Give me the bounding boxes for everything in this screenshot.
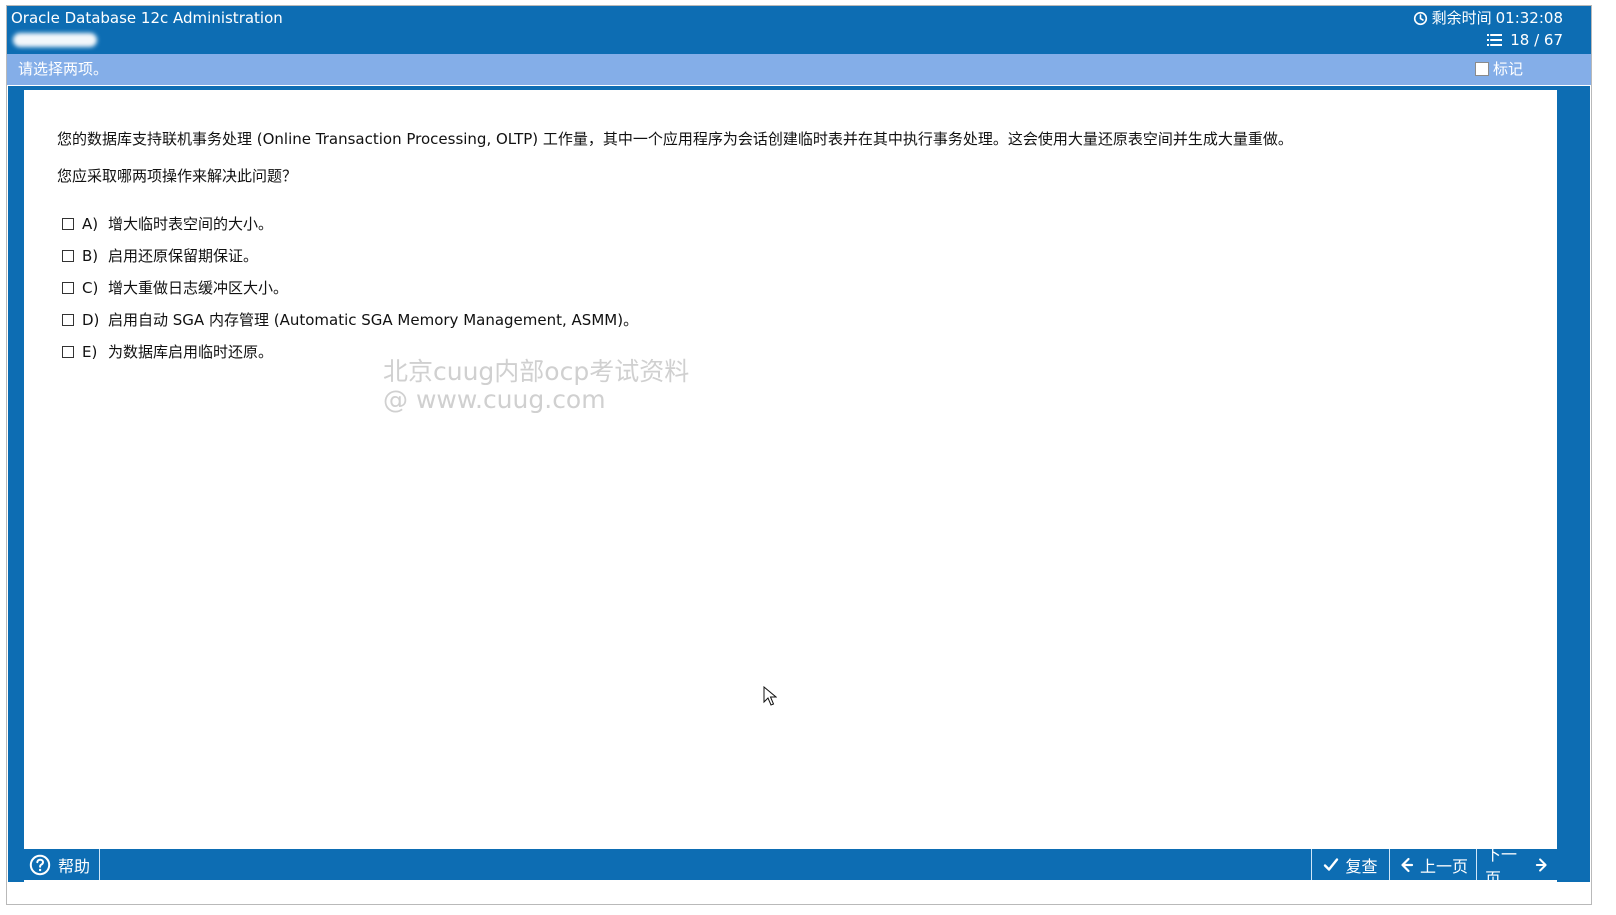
question-prompt: 您应采取哪两项操作来解决此问题？ [57,167,298,185]
app-title: Oracle Database 12c Administration [11,9,283,27]
option-d-checkbox[interactable] [62,314,74,326]
mark-label: 标记 [1492,60,1523,78]
redacted-candidate-name [13,33,97,47]
question-progress: 18 / 67 [1486,31,1563,49]
option-d-label: D) [82,311,100,329]
option-b-checkbox[interactable] [62,250,74,262]
help-label: 帮助 [58,856,91,876]
option-a-checkbox[interactable] [62,218,74,230]
option-b-label: B) [82,247,99,265]
navigation-actions: 复查 上一页 下一页 [1311,845,1558,888]
previous-button[interactable]: 上一页 [1389,849,1476,880]
arrow-left-icon [1401,857,1414,872]
option-b-text: 启用还原保留期保证。 [108,247,259,265]
next-button[interactable]: 下一页 [1476,845,1558,888]
option-e-checkbox[interactable] [62,346,74,358]
question-number: 18 / 67 [1510,31,1563,49]
navigation-bar: 帮助 复查 上一页 下一页 [24,845,1558,888]
instruction-text: 请选择两项。 [18,60,109,78]
answer-options: A) 增大临时表空间的大小。 B) 启用还原保留期保证。 C) 增大重做日志缓冲… [62,214,638,374]
question-text: 您的数据库支持联机事务处理 (Online Transaction Proces… [57,130,1293,148]
mouse-cursor-icon [763,686,777,706]
title-bar: Oracle Database 12c Administration 剩余时间 … [7,6,1591,54]
previous-label: 上一页 [1420,856,1469,876]
option-c-text: 增大重做日志缓冲区大小。 [108,279,289,297]
content-panel: 您的数据库支持联机事务处理 (Online Transaction Proces… [8,86,1590,882]
exam-window: Oracle Database 12c Administration 剩余时间 … [6,5,1592,905]
option-a[interactable]: A) 增大临时表空间的大小。 [62,214,638,234]
timer-value: 01:32:08 [1495,9,1563,27]
help-button[interactable]: 帮助 [24,849,100,880]
timer-label: 剩余时间 [1431,9,1492,27]
option-a-text: 增大临时表空间的大小。 [108,215,274,233]
option-a-label: A) [82,215,99,233]
question-area: 您的数据库支持联机事务处理 (Online Transaction Proces… [24,90,1557,882]
mark-checkbox[interactable] [1475,62,1489,76]
watermark-line-1: 北京cuug内部ocp考试资料 [383,357,690,386]
instruction-bar: 请选择两项。 标记 [7,54,1591,85]
watermark-line-2: @ www.cuug.com [383,385,606,414]
review-label: 复查 [1345,856,1378,876]
option-d-text: 启用自动 SGA 内存管理 (Automatic SGA Memory Mana… [108,311,639,329]
question-mark-icon [29,854,51,875]
option-c-checkbox[interactable] [62,282,74,294]
review-button[interactable]: 复查 [1311,849,1389,880]
arrow-right-icon [1536,857,1547,872]
clock-icon [1413,11,1427,25]
option-e-label: E) [82,343,98,361]
check-icon [1324,857,1339,871]
option-c-label: C) [82,279,99,297]
list-icon [1487,33,1503,47]
option-b[interactable]: B) 启用还原保留期保证。 [62,246,638,266]
remaining-time: 剩余时间 01:32:08 [1413,9,1563,27]
option-c[interactable]: C) 增大重做日志缓冲区大小。 [62,278,638,298]
next-label: 下一页 [1485,844,1518,888]
option-d[interactable]: D) 启用自动 SGA 内存管理 (Automatic SGA Memory M… [62,310,638,330]
option-e-text: 为数据库启用临时还原。 [108,343,274,361]
